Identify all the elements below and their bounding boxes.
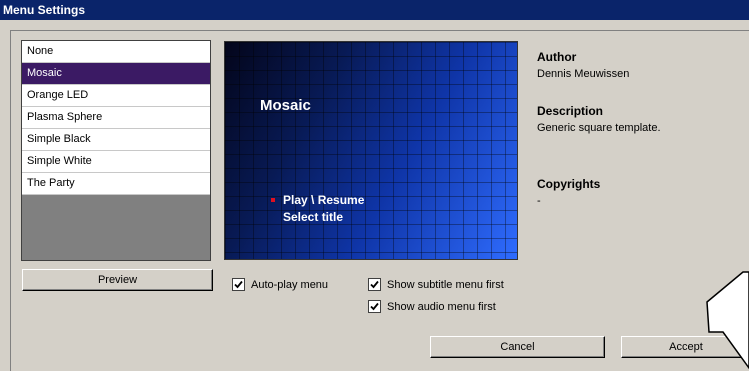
autoplay-label: Auto-play menu — [251, 279, 329, 291]
checkmark-icon[interactable] — [368, 300, 381, 313]
theme-item-mosaic[interactable]: Mosaic — [22, 63, 210, 85]
mouse-pointer-icon — [706, 271, 749, 370]
theme-item-the-party[interactable]: The Party — [22, 173, 210, 195]
preview-button[interactable]: Preview — [22, 269, 213, 291]
audio-first-label: Show audio menu first — [387, 301, 496, 313]
cancel-button[interactable]: Cancel — [430, 336, 605, 358]
checkmark-icon[interactable] — [368, 278, 381, 291]
preview-menu-item-select: Select title — [283, 210, 344, 224]
menu-preview: Mosaic Play \ Resume Select title — [224, 41, 518, 260]
window-title: Menu Settings — [3, 3, 86, 17]
copyrights-value: - — [537, 195, 541, 207]
preview-menu-title: Mosaic — [260, 97, 311, 114]
window-titlebar: Menu Settings — [0, 0, 749, 20]
theme-item-plasma-sphere[interactable]: Plasma Sphere — [22, 107, 210, 129]
copyrights-heading: Copyrights — [537, 177, 601, 191]
theme-item-simple-white[interactable]: Simple White — [22, 151, 210, 173]
author-value: Dennis Meuwissen — [537, 68, 630, 80]
author-heading: Author — [537, 50, 577, 64]
theme-item-none[interactable]: None — [22, 41, 210, 63]
theme-item-orange-led[interactable]: Orange LED — [22, 85, 210, 107]
description-heading: Description — [537, 104, 604, 118]
preview-bullet-icon — [271, 198, 275, 202]
subtitle-first-label: Show subtitle menu first — [387, 279, 504, 291]
description-value: Generic square template. — [537, 122, 661, 134]
preview-menu-item-play: Play \ Resume — [283, 193, 365, 207]
checkmark-icon[interactable] — [232, 278, 245, 291]
theme-item-simple-black[interactable]: Simple Black — [22, 129, 210, 151]
theme-list[interactable]: None Mosaic Orange LED Plasma Sphere Sim… — [21, 40, 211, 261]
